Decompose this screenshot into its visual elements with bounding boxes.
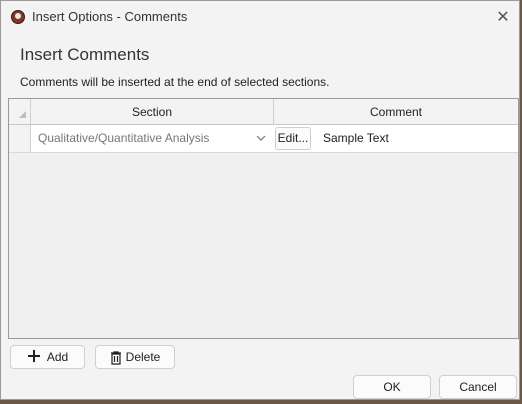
description-text: Comments will be inserted at the end of … [20,75,330,89]
edit-comment-button[interactable]: Edit... [275,127,311,150]
section-dropdown[interactable]: Qualitative/Quantitative Analysis [34,127,272,150]
select-all-corner[interactable] [9,99,31,124]
add-button-label: Add [46,350,69,364]
ok-button[interactable]: OK [353,375,431,399]
dialog-window: Insert Options - Comments ✕ Insert Comme… [0,0,520,400]
page-title: Insert Comments [20,45,150,64]
section-dropdown-value: Qualitative/Quantitative Analysis [38,131,210,145]
title-bar: Insert Options - Comments ✕ [1,1,519,33]
column-header-comment[interactable]: Comment [274,99,518,124]
cancel-button[interactable]: Cancel [439,375,517,399]
row-header[interactable] [9,125,31,152]
comment-cell[interactable]: Sample Text [323,127,389,150]
trash-icon [110,351,121,365]
comments-grid: Section Comment Qualitative/Quantitative… [8,98,519,339]
delete-button[interactable]: Delete [95,345,175,369]
close-icon: ✕ [496,9,510,26]
window-title: Insert Options - Comments [32,9,188,24]
plus-icon [27,348,41,366]
add-button[interactable]: Add [10,345,85,369]
column-header-section[interactable]: Section [31,99,274,124]
table-row[interactable]: Qualitative/Quantitative Analysis Edit..… [9,125,518,153]
grid-header: Section Comment [9,99,518,125]
close-button[interactable]: ✕ [487,1,519,33]
delete-button-label: Delete [125,350,161,364]
app-logo-icon [11,10,25,24]
chevron-down-icon [256,127,266,159]
